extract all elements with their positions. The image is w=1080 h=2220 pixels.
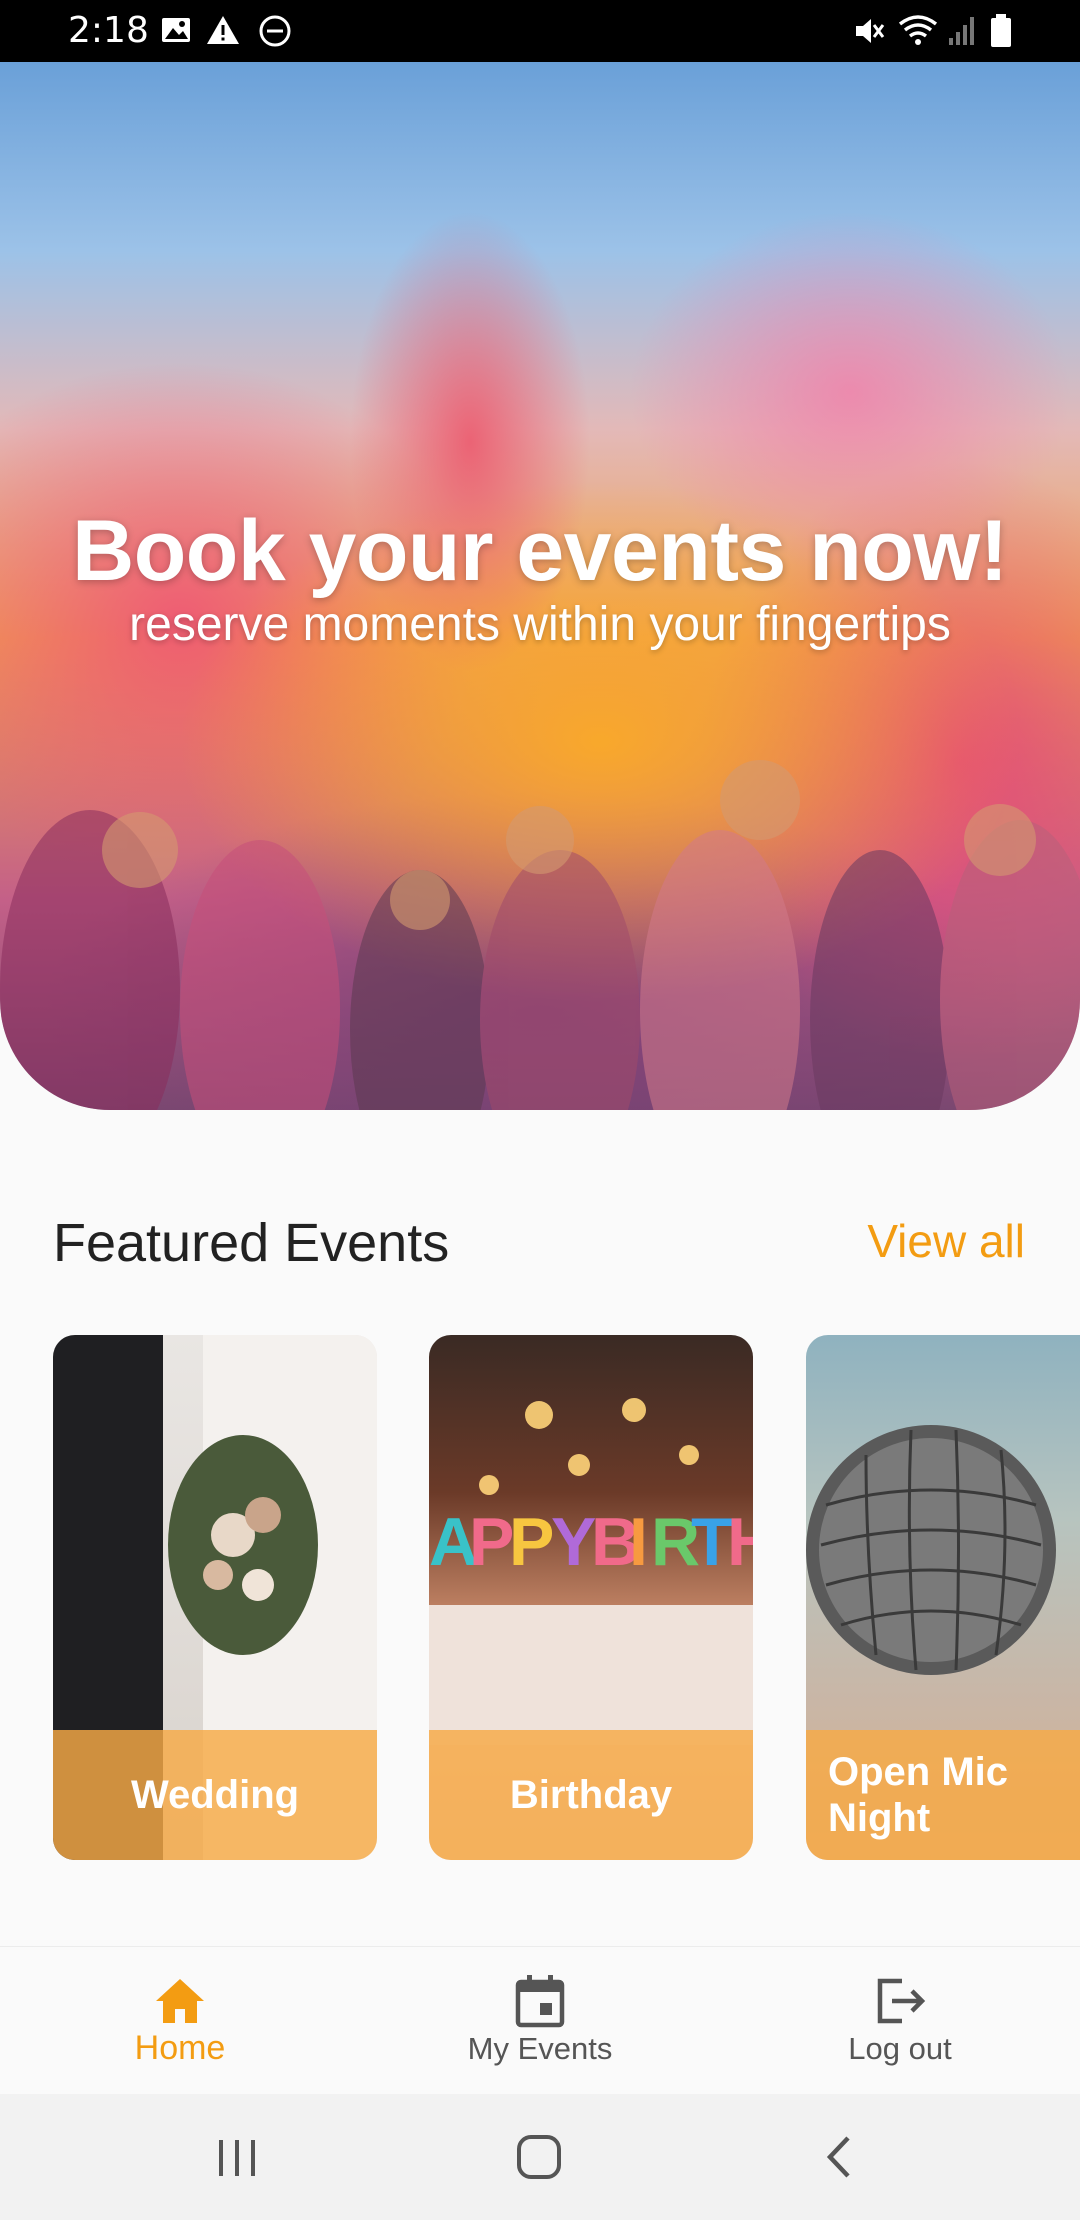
hero-subtitle: reserve moments within your fingertips: [129, 598, 951, 651]
image-notification-icon: [162, 18, 190, 42]
view-all-link[interactable]: View all: [867, 1214, 1025, 1268]
hero-banner: Book your events now! reserve moments wi…: [0, 62, 1080, 1110]
wifi-icon: [898, 15, 938, 45]
card-label-birthday: Birthday: [429, 1730, 753, 1860]
svg-text:Y: Y: [551, 1504, 596, 1580]
nav-label-my-events: My Events: [467, 2031, 613, 2066]
hero-title: Book your events now!: [72, 503, 1008, 599]
nav-label-log-out: Log out: [848, 2031, 952, 2066]
nav-item-log-out[interactable]: Log out: [720, 1947, 1080, 2095]
warning-icon: [207, 16, 239, 44]
logout-icon: [877, 1978, 926, 2024]
svg-text:H: H: [727, 1504, 753, 1580]
hero-crowd-image: [0, 760, 1080, 1110]
system-navigation-bar: [0, 2094, 1080, 2220]
nav-label-home: Home: [134, 2029, 226, 2067]
svg-text:I: I: [629, 1504, 648, 1580]
do-not-disturb-icon: [259, 15, 291, 47]
back-icon[interactable]: [806, 2124, 876, 2190]
calendar-icon: [515, 1975, 565, 2028]
nav-item-home[interactable]: Home: [0, 1947, 360, 2095]
battery-icon: [991, 14, 1011, 47]
svg-text:P: P: [509, 1504, 554, 1580]
event-card-open-mic-night[interactable]: Open Mic Night: [806, 1335, 1080, 1860]
home-button-icon[interactable]: [504, 2124, 574, 2190]
featured-events-title: Featured Events: [53, 1213, 450, 1273]
mute-icon: [856, 19, 885, 43]
svg-text:P: P: [469, 1504, 514, 1580]
status-bar: 2:18: [0, 0, 1080, 62]
card-label-open-mic-night: Open Mic Night: [806, 1730, 1080, 1860]
bottom-navigation: Home My Events Log out: [0, 1946, 1080, 2095]
recent-apps-icon[interactable]: [202, 2124, 272, 2190]
status-time: 2:18: [68, 10, 149, 51]
event-card-birthday[interactable]: A P P Y B I R T H Birthday: [429, 1335, 753, 1860]
signal-icon: [949, 17, 974, 45]
event-card-wedding[interactable]: Wedding: [53, 1335, 377, 1860]
home-icon: [156, 1979, 204, 2023]
card-label-wedding: Wedding: [53, 1730, 377, 1860]
nav-item-my-events[interactable]: My Events: [360, 1947, 720, 2095]
